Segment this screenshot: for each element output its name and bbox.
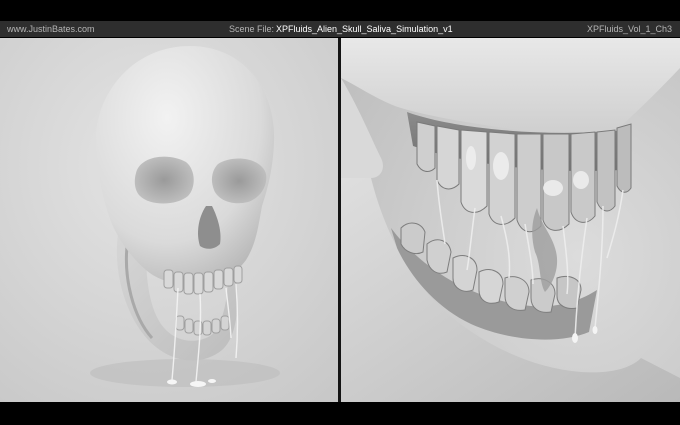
scene-file-label: Scene File: — [229, 24, 275, 34]
site-label: www.JustinBates.com — [7, 24, 95, 34]
left-eye-socket — [134, 156, 194, 204]
skull-front-render — [0, 38, 338, 402]
scene-file-name: XPFluids_Alien_Skull_Saliva_Simulation_v… — [276, 24, 453, 34]
skull-front-view — [0, 38, 338, 402]
render-frame: www.JustinBates.com Scene File: XPFluids… — [0, 0, 680, 425]
info-bar: www.JustinBates.com Scene File: XPFluids… — [0, 21, 680, 37]
teeth-closeup-render — [341, 38, 680, 402]
teeth-closeup-view — [341, 38, 680, 402]
volume-label: XPFluids_Vol_1_Ch3 — [586, 24, 672, 34]
